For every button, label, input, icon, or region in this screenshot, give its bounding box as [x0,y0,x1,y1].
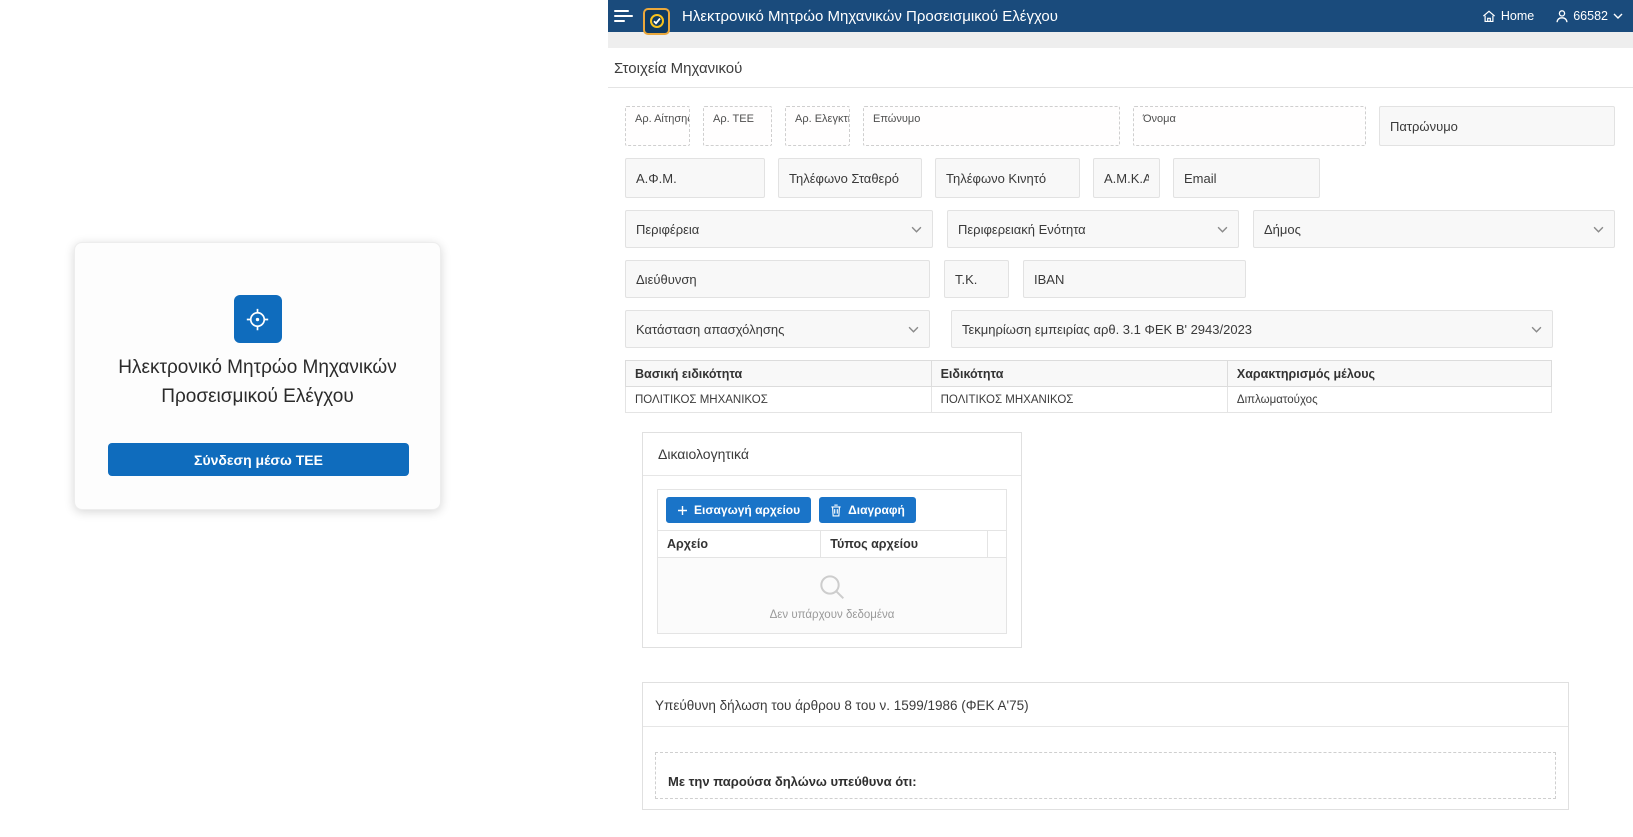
table-row[interactable]: ΠΟΛΙΤΙΚΟΣ ΜΗΧΑΝΙΚΟΣ ΠΟΛΙΤΙΚΟΣ ΜΗΧΑΝΙΚΟΣ … [626,387,1552,413]
form-row-address [625,260,1633,298]
form-row-employment: Κατάσταση απασχόλησης Τεκμηρίωση εμπειρί… [625,310,1633,348]
declaration-box: Με την παρούσα δηλώνω υπεύθυνα ότι: [655,752,1556,799]
login-app-title: Ηλεκτρονικό Μητρώο Μηχανικών Προσεισμικο… [75,353,440,411]
basic-specialty-cell: ΠΟΛΙΤΙΚΟΣ ΜΗΧΑΝΙΚΟΣ [626,387,932,413]
member-type-cell: Διπλωματούχος [1227,387,1551,413]
column-header: Τύπος αρχείου [821,531,988,557]
specialties-table: Βασική ειδικότητα Ειδικότητα Χαρακτηρισμ… [625,360,1552,413]
specialties-header-row: Βασική ειδικότητα Ειδικότητα Χαρακτηρισμ… [626,361,1552,387]
house-icon [1482,10,1496,23]
documents-empty-state: Δεν υπάρχουν δεδομένα [657,558,1007,634]
home-link[interactable]: Home [1482,9,1534,23]
chevron-down-icon [1217,226,1228,233]
page-title: Στοιχεία Μηχανικού [608,48,1633,88]
login-pane: Ηλεκτρονικό Μητρώο Μηχανικών Προσεισμικο… [0,0,604,837]
declaration-panel: Υπεύθυνη δήλωση του άρθρου 8 του ν. 1599… [642,682,1569,810]
trash-icon [830,504,842,517]
application-number-field: Αρ. Αίτησης [625,106,690,146]
delete-file-button[interactable]: Διαγραφή [819,497,916,523]
empty-state-text: Δεν υπάρχουν δεδομένα [770,609,895,621]
regional-unit-dropdown[interactable]: Περιφερειακή Ενότητα [947,210,1239,248]
column-header: Βασική ειδικότητα [626,361,932,387]
employment-status-dropdown[interactable]: Κατάσταση απασχόλησης [625,310,930,348]
app-header-title: Ηλεκτρονικό Μητρώο Μηχανικών Προσεισμικο… [682,8,1058,25]
declaration-panel-title: Υπεύθυνη δήλωση του άρθρου 8 του ν. 1599… [643,683,1568,727]
specialty-cell: ΠΟΛΙΤΙΚΟΣ ΜΗΧΑΝΙΚΟΣ [931,387,1227,413]
form-row-location: Περιφέρεια Περιφερειακή Ενότητα Δήμος [625,210,1633,248]
landline-phone-input[interactable] [778,158,922,198]
insert-file-button[interactable]: Εισαγωγή αρχείου [666,497,811,523]
user-id-label: 66582 [1573,9,1608,23]
magnifier-search-icon [816,571,848,603]
column-header: Αρχείο [658,531,821,557]
amka-input[interactable] [1093,158,1160,198]
documents-toolbar: Εισαγωγή αρχείου Διαγραφή [657,489,1007,531]
column-header: Χαρακτηρισμός μέλους [1227,361,1551,387]
surname-field: Επώνυμο [863,106,1120,146]
hamburger-menu-icon[interactable] [614,10,634,22]
registry-logo-checkmark-icon [643,8,670,35]
inspector-number-field: Αρ. Ελεγκτή [785,106,850,146]
municipality-dropdown[interactable]: Δήμος [1253,210,1615,248]
region-dropdown[interactable]: Περιφέρεια [625,210,933,248]
documents-panel-title: Δικαιολογητικά [643,433,1021,476]
tee-number-field: Αρ. ΤΕΕ [703,106,772,146]
login-card: Ηλεκτρονικό Μητρώο Μηχανικών Προσεισμικο… [74,242,441,510]
declaration-lead-text: Με την παρούσα δηλώνω υπεύθυνα ότι: [668,774,1543,789]
tee-login-button[interactable]: Σύνδεση μέσω ΤΕΕ [108,443,409,476]
engineer-form: Αρ. Αίτησης Αρ. ΤΕΕ Αρ. Ελεγκτή Επώνυμο … [608,88,1633,810]
documents-panel: Δικαιολογητικά Εισαγωγή αρχείου [642,432,1022,648]
chevron-down-icon [1613,13,1623,19]
app-header: Ηλεκτρονικό Μητρώο Μηχανικών Προσεισμικο… [608,0,1633,32]
person-icon [1556,10,1568,23]
email-input[interactable] [1173,158,1320,198]
crosshair-target-icon [234,295,282,343]
address-input[interactable] [625,260,930,298]
form-row-contact [625,158,1633,198]
chevron-down-icon [1531,326,1542,333]
user-menu[interactable]: 66582 [1556,9,1623,23]
firstname-field: Όνομα [1133,106,1366,146]
afm-input[interactable] [625,158,765,198]
column-header-spacer [988,531,1006,557]
postal-code-input[interactable] [944,260,1009,298]
experience-doc-dropdown[interactable]: Τεκμηρίωση εμπειρίας αρθ. 3.1 ΦΕΚ Β' 294… [951,310,1553,348]
subheader-strip [608,32,1633,48]
column-header: Ειδικότητα [931,361,1227,387]
documents-grid-header: Αρχείο Τύπος αρχείου [657,531,1007,558]
chevron-down-icon [911,226,922,233]
home-label: Home [1501,9,1534,23]
plus-icon [677,505,688,516]
iban-input[interactable] [1023,260,1246,298]
fathers-name-input[interactable] [1379,106,1615,146]
app-pane: Ηλεκτρονικό Μητρώο Μηχανικών Προσεισμικο… [608,0,1633,837]
form-row-identity: Αρ. Αίτησης Αρ. ΤΕΕ Αρ. Ελεγκτή Επώνυμο … [625,106,1633,146]
chevron-down-icon [908,326,919,333]
chevron-down-icon [1593,226,1604,233]
mobile-phone-input[interactable] [935,158,1080,198]
